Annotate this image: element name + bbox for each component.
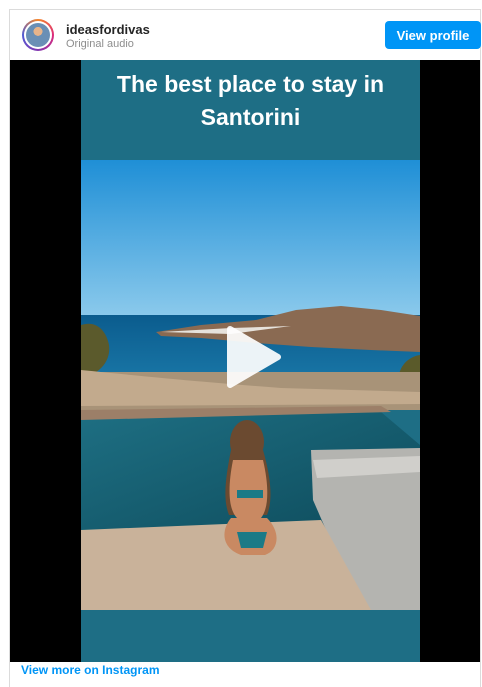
avatar[interactable]: [22, 19, 54, 51]
audio-label[interactable]: Original audio: [66, 38, 134, 50]
post-header: ideasfordivas Original audio View profil…: [10, 10, 481, 60]
instagram-embed-card: ideasfordivas Original audio View profil…: [9, 9, 481, 687]
username[interactable]: ideasfordivas: [66, 22, 150, 37]
sky: [81, 160, 420, 318]
view-more-link[interactable]: View more on Instagram: [21, 663, 160, 677]
play-icon[interactable]: [224, 325, 282, 389]
reel-bottom-band: [81, 610, 420, 662]
avatar-photo: [26, 23, 50, 47]
reel-frame: The best place to stay in Santorini: [81, 60, 420, 662]
reel-title-line-2: Santorini: [200, 104, 301, 130]
reel-title: The best place to stay in Santorini: [81, 68, 420, 134]
reel-title-line-1: The best place to stay in: [116, 71, 385, 97]
video-player[interactable]: The best place to stay in Santorini: [10, 60, 480, 662]
view-profile-button[interactable]: View profile: [385, 21, 481, 49]
